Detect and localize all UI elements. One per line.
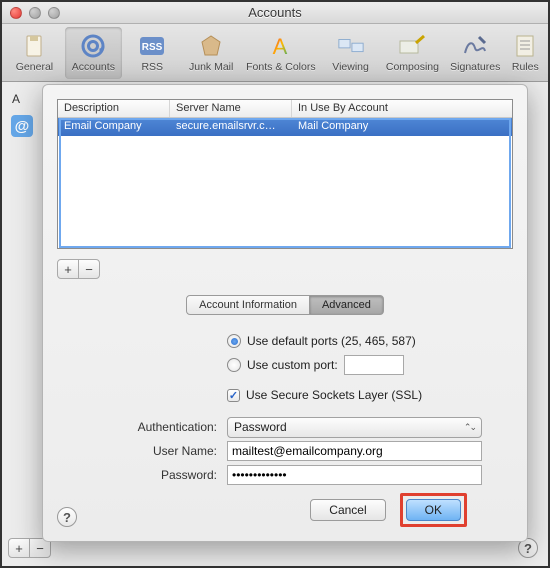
help-icon: ? bbox=[57, 507, 77, 527]
signature-icon bbox=[461, 32, 489, 60]
toolbar-item-junk[interactable]: Junk Mail bbox=[183, 27, 240, 79]
viewing-icon bbox=[337, 32, 365, 60]
add-server-button[interactable]: + bbox=[57, 259, 79, 279]
smtp-sheet: Description Server Name In Use By Accoun… bbox=[42, 84, 528, 542]
at-icon bbox=[79, 32, 107, 60]
window-title: Accounts bbox=[2, 5, 548, 20]
cancel-button[interactable]: Cancel bbox=[310, 499, 385, 521]
rss-icon: RSS bbox=[138, 32, 166, 60]
selection-highlight bbox=[59, 118, 511, 248]
compose-icon bbox=[398, 32, 426, 60]
radio-custom-port-label: Use custom port: bbox=[247, 358, 338, 372]
advanced-form: Use default ports (25, 465, 587) Use cus… bbox=[57, 329, 513, 487]
toolbar-label: Fonts & Colors bbox=[246, 61, 315, 73]
toolbar-label: Composing bbox=[386, 61, 439, 73]
left-column: A @ bbox=[8, 90, 38, 540]
sheet-tabs: Account Information Advanced bbox=[57, 295, 513, 315]
toolbar-item-accounts[interactable]: Accounts bbox=[65, 27, 122, 79]
auth-label: Authentication: bbox=[57, 420, 227, 434]
col-server[interactable]: Server Name bbox=[170, 100, 292, 117]
toolbar-item-rules[interactable]: Rules bbox=[507, 27, 544, 79]
rules-icon bbox=[511, 32, 539, 60]
toolbar-label: Junk Mail bbox=[189, 61, 233, 73]
server-table[interactable]: Description Server Name In Use By Accoun… bbox=[57, 99, 513, 249]
toolbar-label: Viewing bbox=[332, 61, 369, 73]
junk-icon bbox=[197, 32, 225, 60]
at-icon[interactable]: @ bbox=[10, 114, 38, 143]
svg-text:A: A bbox=[273, 34, 288, 59]
cell-inuse: Mail Company bbox=[292, 118, 512, 136]
ssl-label: Use Secure Sockets Layer (SSL) bbox=[246, 388, 422, 402]
ok-label: OK bbox=[425, 503, 442, 517]
toolbar-item-rss[interactable]: RSS RSS bbox=[124, 27, 181, 79]
fonts-icon: A bbox=[267, 32, 295, 60]
custom-port-input[interactable] bbox=[344, 355, 404, 375]
tab-account-info[interactable]: Account Information bbox=[186, 295, 310, 315]
svg-text:@: @ bbox=[15, 118, 30, 135]
toolbar: General Accounts RSS RSS Junk Mail A Fon… bbox=[2, 24, 548, 82]
table-header: Description Server Name In Use By Accoun… bbox=[58, 100, 512, 118]
cancel-label: Cancel bbox=[329, 503, 366, 517]
cell-description: Email Company bbox=[58, 118, 170, 136]
toolbar-label: General bbox=[16, 61, 53, 73]
toolbar-item-fonts[interactable]: A Fonts & Colors bbox=[242, 27, 321, 79]
settings-icon bbox=[20, 32, 48, 60]
toolbar-item-general[interactable]: General bbox=[6, 27, 63, 79]
accounts-heading-fragment: A bbox=[8, 90, 38, 108]
check-icon: ✓ bbox=[229, 389, 238, 402]
minus-icon: − bbox=[85, 262, 93, 277]
password-input[interactable] bbox=[227, 465, 482, 485]
auth-select[interactable]: Password ⌃⌄ bbox=[227, 417, 482, 438]
accounts-window: Accounts General Accounts RSS RSS Junk M… bbox=[0, 0, 550, 568]
auth-value: Password bbox=[234, 420, 287, 434]
col-inuse[interactable]: In Use By Account bbox=[292, 100, 512, 117]
minus-icon: − bbox=[36, 541, 44, 556]
username-input[interactable] bbox=[227, 441, 482, 461]
ok-button[interactable]: OK bbox=[406, 499, 461, 521]
ok-highlight: OK bbox=[400, 493, 467, 527]
radio-default-ports[interactable] bbox=[227, 334, 241, 348]
password-label: Password: bbox=[57, 468, 227, 482]
col-description[interactable]: Description bbox=[58, 100, 170, 117]
svg-text:RSS: RSS bbox=[142, 42, 163, 53]
toolbar-label: Accounts bbox=[72, 61, 115, 73]
toolbar-label: Signatures bbox=[450, 61, 500, 73]
sheet-buttons: Cancel OK bbox=[310, 493, 467, 527]
help-button-sheet[interactable]: ? bbox=[57, 507, 77, 527]
table-row[interactable]: Email Company secure.emailsrvr.c… Mail C… bbox=[58, 118, 512, 136]
toolbar-label: RSS bbox=[141, 61, 163, 73]
ssl-checkbox[interactable]: ✓ bbox=[227, 389, 240, 402]
toolbar-item-composing[interactable]: Composing bbox=[381, 27, 444, 79]
chevron-updown-icon: ⌃⌄ bbox=[464, 422, 475, 433]
toolbar-label: Rules bbox=[512, 61, 539, 73]
radio-default-ports-label: Use default ports (25, 465, 587) bbox=[247, 334, 416, 348]
plus-icon: + bbox=[64, 262, 72, 277]
toolbar-item-viewing[interactable]: Viewing bbox=[322, 27, 379, 79]
server-add-remove: + − bbox=[57, 259, 513, 279]
radio-custom-port[interactable] bbox=[227, 358, 241, 372]
remove-server-button[interactable]: − bbox=[78, 259, 100, 279]
add-account-button[interactable]: + bbox=[8, 538, 30, 558]
toolbar-item-signatures[interactable]: Signatures bbox=[446, 27, 505, 79]
tab-advanced[interactable]: Advanced bbox=[309, 295, 384, 315]
titlebar: Accounts bbox=[2, 2, 548, 24]
cell-server: secure.emailsrvr.c… bbox=[170, 118, 292, 136]
username-label: User Name: bbox=[57, 444, 227, 458]
plus-icon: + bbox=[15, 541, 23, 556]
